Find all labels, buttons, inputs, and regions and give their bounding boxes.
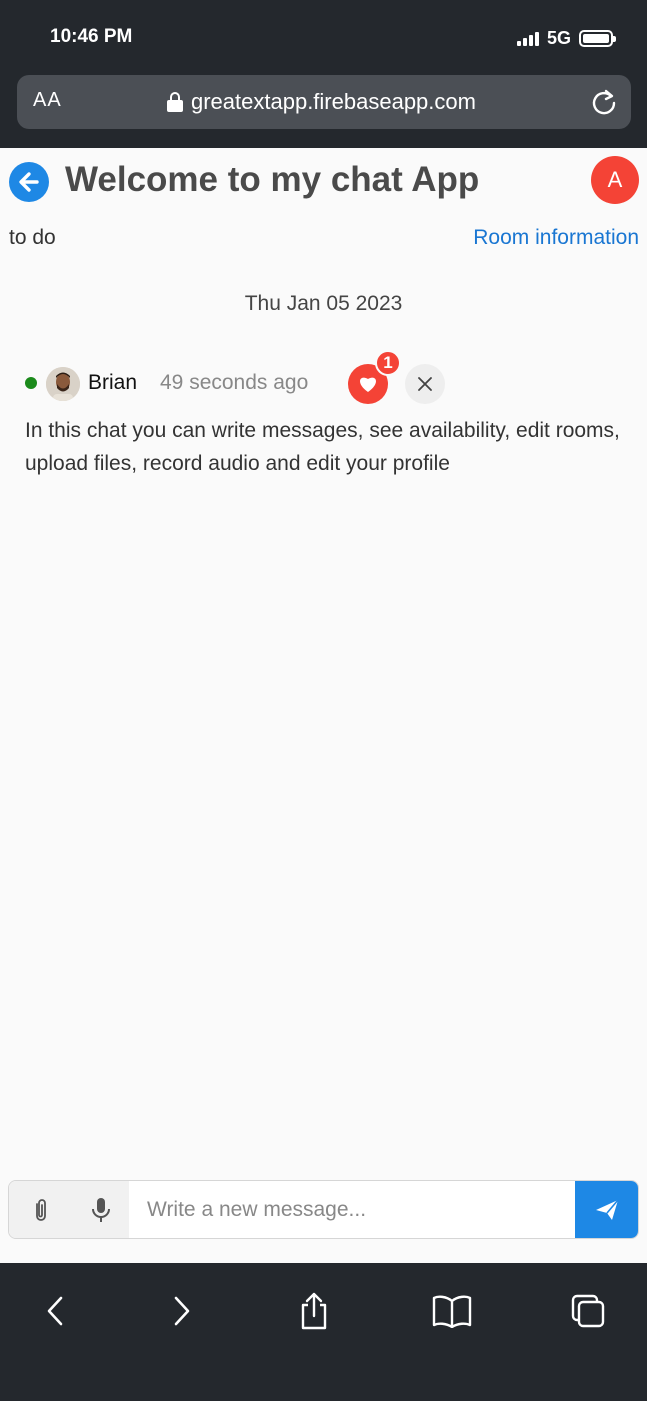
browser-top-chrome: 10:46 PM 5G AA greatextapp.firebaseapp.c… (0, 0, 647, 148)
address-bar[interactable]: AA greatextapp.firebaseapp.com (17, 75, 631, 129)
user-initial: A (607, 167, 623, 192)
status-time: 10:46 PM (50, 26, 133, 47)
paperclip-icon (36, 1199, 46, 1221)
tabs-button[interactable] (566, 1289, 610, 1333)
bookmarks-button[interactable] (430, 1289, 474, 1333)
room-subheader: to do Room information (0, 222, 647, 256)
back-button[interactable] (9, 162, 49, 202)
battery-icon (579, 30, 616, 47)
forward-nav-button[interactable] (159, 1289, 203, 1333)
browser-bottom-toolbar (0, 1263, 647, 1401)
chevron-right-icon (174, 1296, 190, 1326)
signal-icon (516, 31, 539, 46)
room-name: to do (9, 226, 56, 249)
composer-actions (9, 1181, 129, 1238)
user-avatar-button[interactable]: A (591, 156, 639, 204)
bookmarks-icon (432, 1295, 472, 1328)
close-icon (418, 377, 432, 391)
microphone-icon (92, 1198, 110, 1222)
share-button[interactable] (292, 1289, 336, 1333)
tabs-icon (571, 1294, 605, 1328)
url-text: greatextapp.firebaseapp.com (191, 89, 476, 114)
page-title: Welcome to my chat App (65, 160, 480, 199)
send-icon (595, 1198, 619, 1220)
reload-icon[interactable] (589, 87, 619, 117)
message-input[interactable] (129, 1181, 575, 1238)
like-count-badge: 1 (375, 350, 401, 376)
dismiss-button[interactable] (405, 364, 445, 404)
message-author: Brian (88, 371, 138, 394)
attach-file-button[interactable] (27, 1196, 55, 1224)
lock-icon (167, 92, 183, 112)
avatar (46, 367, 80, 401)
network-label: 5G (546, 28, 571, 48)
app-header: Welcome to my chat App A (0, 148, 647, 218)
text-size-label: AA (33, 89, 62, 111)
heart-icon (360, 377, 376, 392)
arrow-left-icon (19, 172, 39, 192)
message-text: In this chat you can write messages, see… (25, 419, 620, 475)
status-indicators: 5G (516, 28, 616, 49)
message-composer (8, 1180, 639, 1239)
send-button[interactable] (575, 1181, 638, 1238)
online-status-dot (25, 377, 37, 389)
url-display[interactable]: greatextapp.firebaseapp.com (167, 89, 476, 115)
chat-message: Brian 49 seconds ago 1 In this chat you … (25, 350, 625, 480)
date-divider: Thu Jan 05 2023 (244, 292, 403, 315)
back-nav-button[interactable] (34, 1289, 78, 1333)
share-icon (301, 1292, 327, 1330)
message-header: Brian 49 seconds ago 1 (25, 350, 625, 410)
room-information-link[interactable]: Room information (473, 226, 639, 250)
text-size-button[interactable]: AA (33, 89, 62, 112)
chevron-left-icon (47, 1296, 63, 1326)
message-time: 49 seconds ago (160, 371, 309, 394)
record-audio-button[interactable] (87, 1195, 115, 1225)
